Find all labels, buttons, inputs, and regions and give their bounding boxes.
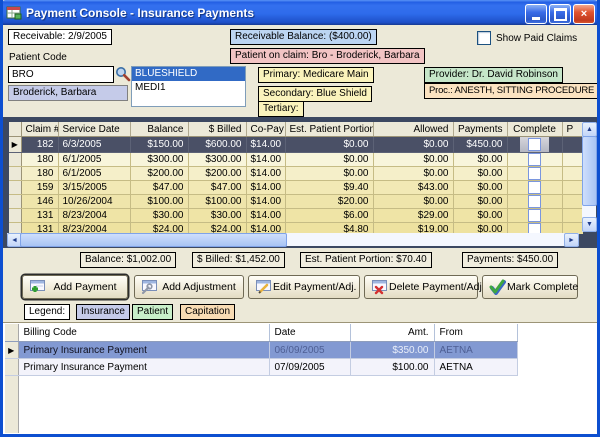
claims-row[interactable]: 14610/26/2004 $100.00$100.00 $14.00$20.0… [9, 195, 583, 209]
claims-row[interactable]: 1318/23/2004 $30.00$30.00 $14.00$6.00 $2… [9, 209, 583, 223]
add-adjustment-button[interactable]: Add Adjustment [134, 275, 244, 299]
complete-checkbox[interactable] [528, 167, 541, 180]
receivable-balance-tag: Receivable Balance: ($400.00) [230, 29, 377, 45]
delete-payment-icon [369, 279, 389, 295]
search-icon [115, 66, 131, 82]
delete-payment-button[interactable]: Delete Payment/Adj. [364, 275, 478, 299]
procedure-tag: Proc.: ANESTH, SITTING PROCEDURE [424, 83, 599, 99]
minimize-button[interactable] [525, 4, 547, 24]
minimize-icon [532, 17, 540, 20]
search-button[interactable] [114, 66, 131, 83]
col-from[interactable]: From [434, 324, 517, 342]
scroll-up-button[interactable]: ▲ [582, 122, 597, 137]
patient-on-claim-tag: Patient on claim: Bro - Broderick, Barba… [230, 48, 425, 64]
provider-tag: Provider: Dr. David Robinson [424, 67, 563, 83]
receivable-date-tag: Receivable: 2/9/2005 [8, 29, 112, 45]
col-copay[interactable]: Co-Pay [246, 122, 285, 137]
horizontal-scroll-thumb[interactable] [20, 233, 287, 247]
claims-grid-panel: Claim # Service Date Balance $ Billed Co… [3, 117, 597, 248]
patient-code-input[interactable] [8, 66, 114, 83]
edit-payment-button[interactable]: Edit Payment/Adj. [248, 275, 360, 299]
app-icon [6, 6, 22, 20]
complete-checkbox[interactable] [528, 209, 541, 222]
row-selector-arrow: ▶ [8, 346, 14, 355]
col-partial[interactable]: P [562, 122, 583, 137]
legend-patient: Patient [132, 304, 173, 320]
complete-checkbox[interactable] [528, 153, 541, 166]
col-claim[interactable]: Claim # [21, 122, 58, 137]
legend-label: Legend: [24, 304, 70, 320]
secondary-insurance-tag: Secondary: Blue Shield [258, 86, 372, 102]
title-bar[interactable]: Payment Console - Insurance Payments × [0, 0, 600, 25]
payments-header-row: Billing Code Date Amt. From [5, 324, 517, 342]
scroll-right-button[interactable]: ► [564, 233, 579, 247]
claims-row[interactable]: ▶ 1826/3/2005 $150.00$600.00 $14.00$0.00… [9, 137, 583, 153]
legend-capitation: Capitation [180, 304, 235, 320]
col-complete[interactable]: Complete [507, 122, 562, 137]
carrier-list-item[interactable]: MEDI1 [132, 81, 245, 95]
col-balance[interactable]: Balance [130, 122, 188, 137]
mark-complete-button[interactable]: Mark Complete [482, 275, 578, 299]
col-billed[interactable]: $ Billed [188, 122, 246, 137]
col-payments[interactable]: Payments [453, 122, 507, 137]
payments-table: Billing Code Date Amt. From ▶ Primary In… [5, 324, 518, 376]
patient-name-tag: Broderick, Barbara [8, 85, 128, 101]
claims-row[interactable]: 1593/15/2005 $47.00$47.00 $14.00$9.40 $4… [9, 181, 583, 195]
billed-total: $ Billed: $1,452.00 [192, 252, 285, 268]
claims-row[interactable]: 1806/1/2005 $200.00$200.00 $14.00$0.00 $… [9, 167, 583, 181]
col-est-patient-portion[interactable]: Est. Patient Portion [285, 122, 373, 137]
add-payment-icon [27, 279, 47, 295]
vertical-scrollbar[interactable]: ▲ ▼ [582, 122, 596, 232]
col-billing-code[interactable]: Billing Code [18, 324, 269, 342]
mark-complete-icon [487, 279, 507, 295]
payment-row[interactable]: Primary Insurance Payment 07/09/2005 $10… [5, 359, 517, 376]
complete-checkbox[interactable] [528, 181, 541, 194]
show-paid-claims-label: Show Paid Claims [496, 33, 577, 44]
show-paid-claims[interactable]: Show Paid Claims [477, 31, 577, 45]
legend-insurance: Insurance [76, 304, 130, 320]
complete-checkbox[interactable] [528, 195, 541, 208]
balance-total: Balance: $1,002.00 [80, 252, 176, 268]
add-payment-button[interactable]: Add Payment [22, 275, 128, 299]
window-title: Payment Console - Insurance Payments [26, 6, 254, 20]
col-service-date[interactable]: Service Date [58, 122, 130, 137]
maximize-icon [554, 8, 567, 21]
close-icon: × [581, 9, 587, 20]
claims-grid: Claim # Service Date Balance $ Billed Co… [9, 122, 583, 234]
scroll-down-button[interactable]: ▼ [582, 217, 597, 232]
row-selector-arrow: ▶ [12, 140, 18, 149]
tertiary-insurance-tag: Tertiary: [258, 101, 304, 117]
horizontal-scrollbar[interactable]: ◄ ► [7, 233, 579, 246]
primary-insurance-tag: Primary: Medicare Main [258, 67, 374, 83]
patient-code-label: Patient Code [9, 52, 67, 63]
payment-row[interactable]: ▶ Primary Insurance Payment 06/09/2005 $… [5, 342, 517, 359]
col-allowed[interactable]: Allowed [373, 122, 453, 137]
claims-row[interactable]: 1806/1/2005 $300.00$300.00 $14.00$0.00 $… [9, 153, 583, 167]
claims-header-row: Claim # Service Date Balance $ Billed Co… [9, 122, 583, 137]
edit-payment-icon [253, 279, 273, 295]
vertical-scroll-thumb[interactable] [582, 136, 597, 206]
carrier-list-item[interactable]: BLUESHIELD [132, 67, 245, 81]
col-date[interactable]: Date [269, 324, 350, 342]
payments-total: Payments: $450.00 [462, 252, 558, 268]
carrier-listbox[interactable]: BLUESHIELD MEDI1 [131, 66, 246, 107]
close-button[interactable]: × [573, 4, 595, 24]
est-patient-portion-total: Est. Patient Portion: $70.40 [300, 252, 432, 268]
show-paid-claims-checkbox[interactable] [477, 31, 491, 45]
payments-panel: Billing Code Date Amt. From ▶ Primary In… [3, 322, 597, 434]
col-amt[interactable]: Amt. [350, 324, 434, 342]
maximize-button[interactable] [549, 4, 571, 24]
add-adjustment-icon [139, 279, 159, 295]
complete-checkbox[interactable] [528, 138, 541, 151]
